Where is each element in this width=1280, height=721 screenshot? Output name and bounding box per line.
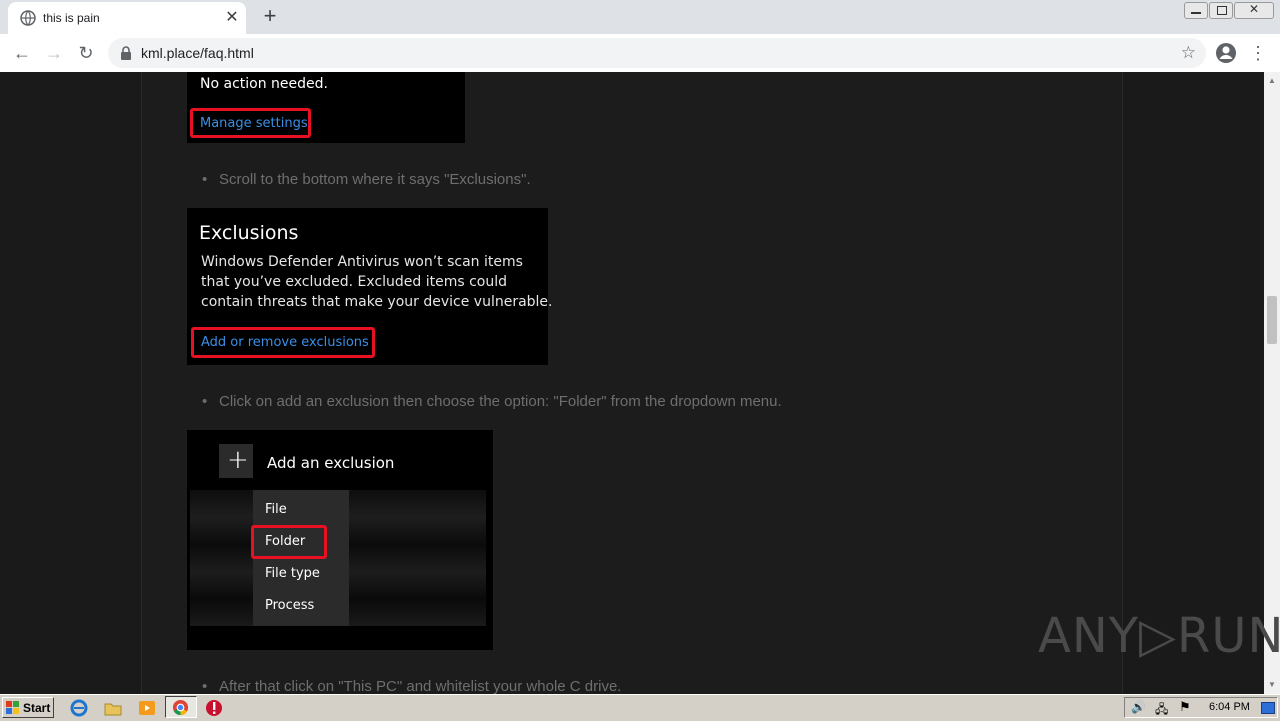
volume-icon[interactable]: 🔊 [1131, 700, 1146, 714]
browser-tab[interactable]: this is pain ✕ [8, 2, 246, 34]
add-exclusion-screenshot: + Add an exclusion File Folder File type… [187, 430, 493, 650]
add-exclusion-label[interactable]: Add an exclusion [267, 454, 394, 472]
manage-settings-link[interactable]: Manage settings [200, 116, 308, 131]
browser-menu-button[interactable]: ⋮ [1248, 41, 1268, 65]
red-alert-icon[interactable] [205, 699, 223, 717]
windows-logo-icon [6, 701, 19, 714]
step-folder-text: Click on add an exclusion then choose th… [202, 393, 782, 410]
scroll-thumb[interactable] [1267, 296, 1277, 344]
exclusions-heading: Exclusions [199, 222, 299, 244]
bookmark-star-icon[interactable]: ☆ [1181, 43, 1196, 63]
dropdown-option-file-type[interactable]: File type [265, 566, 320, 581]
tab-strip: this is pain ✕ + ✕ [0, 0, 1280, 34]
close-tab-icon[interactable]: ✕ [222, 8, 242, 28]
minimize-icon [1191, 12, 1201, 14]
folder-icon[interactable] [104, 699, 122, 717]
tab-title: this is pain [43, 11, 100, 25]
scroll-up-icon[interactable]: ▲ [1268, 76, 1276, 85]
globe-icon [20, 10, 36, 26]
status-text: No action needed. [200, 76, 328, 92]
page-viewport: No action needed. Manage settings Scroll… [0, 72, 1264, 694]
profile-avatar-icon[interactable] [1214, 41, 1238, 65]
start-label: Start [23, 701, 51, 715]
add-remove-exclusions-link[interactable]: Add or remove exclusions [201, 335, 369, 350]
forward-button[interactable]: → [42, 41, 66, 65]
chrome-icon [172, 699, 189, 716]
show-desktop-icon[interactable] [1261, 702, 1275, 714]
scroll-down-icon[interactable]: ▼ [1268, 680, 1276, 689]
network-icon[interactable]: 🖧 [1155, 700, 1168, 721]
exclusions-body-line-3: contain threats that make your device vu… [201, 294, 553, 310]
new-tab-button[interactable]: + [258, 5, 282, 29]
browser-toolbar: ← → ↻ kml.place/faq.html ☆ ⋮ [0, 34, 1280, 73]
security-settings-screenshot: No action needed. Manage settings [187, 72, 465, 143]
reload-button[interactable]: ↻ [74, 41, 98, 65]
start-button[interactable]: Start [2, 697, 54, 718]
add-exclusion-plus-button[interactable]: + [219, 444, 253, 478]
address-bar[interactable]: kml.place/faq.html ☆ [108, 38, 1206, 68]
step-thispc-text: After that click on "This PC" and whitel… [202, 678, 622, 694]
media-player-icon[interactable] [138, 699, 156, 717]
anyrun-watermark: ANY▷RUN [1038, 608, 1280, 664]
back-button[interactable]: ← [10, 41, 34, 65]
restore-button[interactable] [1209, 2, 1233, 19]
restore-icon [1217, 6, 1227, 15]
dropdown-option-process[interactable]: Process [265, 598, 314, 613]
dropdown-option-file[interactable]: File [265, 502, 287, 517]
minimize-button[interactable] [1184, 2, 1208, 19]
step-scroll-text: Scroll to the bottom where it says "Excl… [202, 171, 531, 188]
system-tray: 🔊 🖧 ⚑ 6:04 PM [1124, 697, 1278, 718]
highlight-box [251, 525, 327, 559]
url-text: kml.place/faq.html [141, 45, 254, 61]
action-center-flag-icon[interactable]: ⚑ [1179, 699, 1191, 715]
lock-icon [121, 46, 131, 60]
exclusions-body-line-2: that you’ve excluded. Excluded items cou… [201, 274, 508, 290]
close-icon: ✕ [1249, 2, 1260, 16]
page-scrollbar[interactable]: ▲ ▼ [1264, 72, 1280, 694]
windows-taskbar: Start 🔊 🖧 ⚑ 6:04 PM [0, 694, 1280, 721]
plus-icon: + [227, 445, 249, 475]
internet-explorer-icon[interactable] [70, 699, 88, 717]
window-close-button[interactable]: ✕ [1234, 2, 1274, 19]
taskbar-chrome-button[interactable] [165, 696, 197, 718]
exclusions-body-line-1: Windows Defender Antivirus won’t scan it… [201, 254, 523, 270]
taskbar-clock: 6:04 PM [1209, 701, 1250, 713]
exclusions-screenshot: Exclusions Windows Defender Antivirus wo… [187, 208, 553, 365]
